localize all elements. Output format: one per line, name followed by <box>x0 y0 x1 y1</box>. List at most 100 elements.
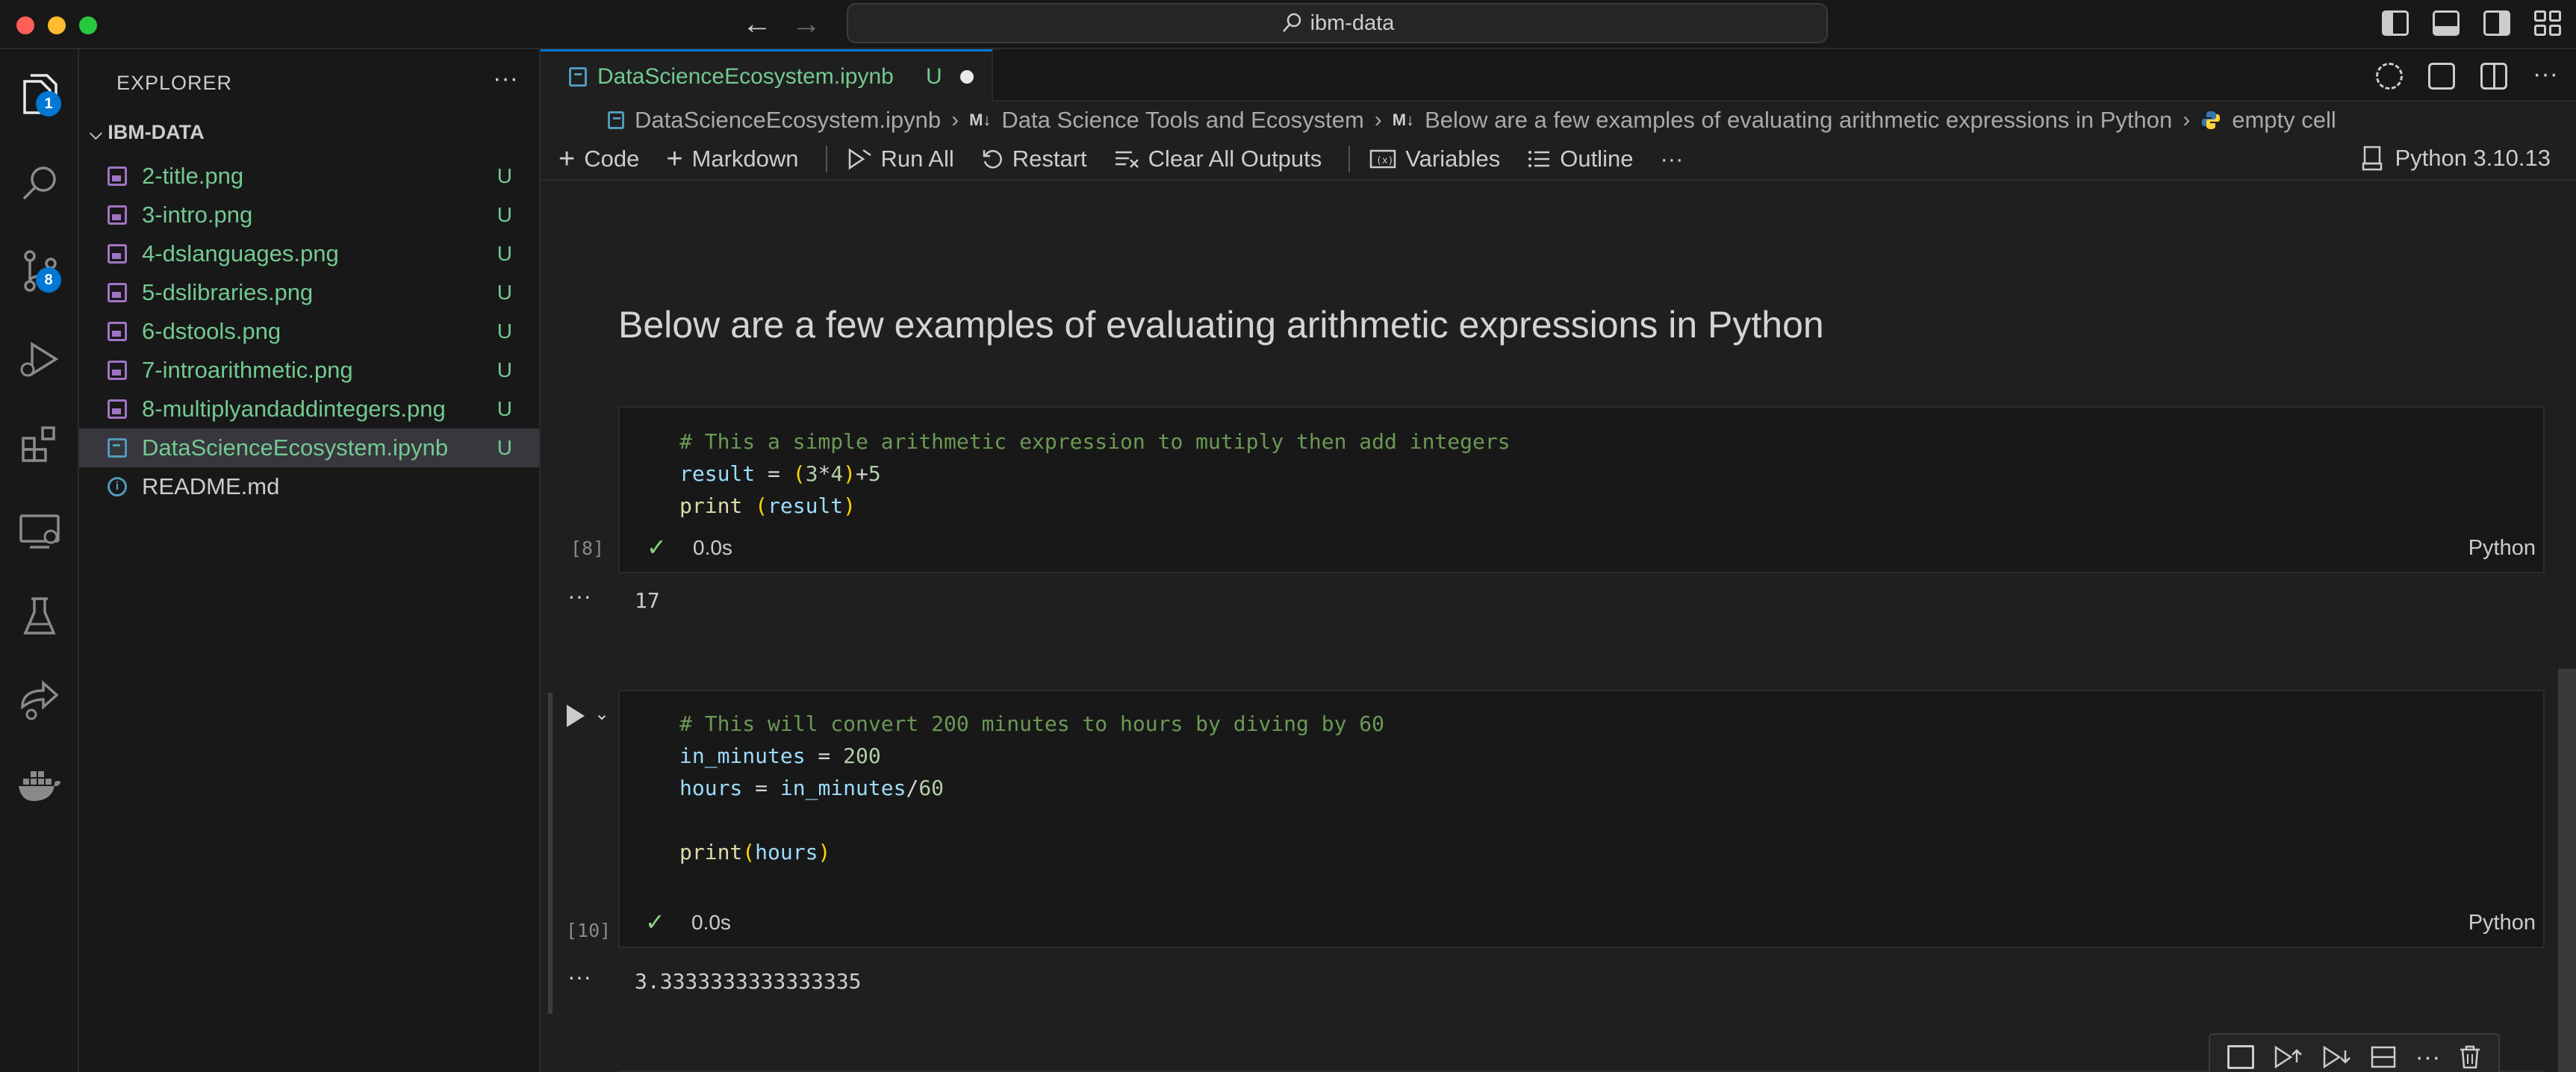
cell-selection-bar <box>548 693 553 1014</box>
kernel-picker[interactable]: Python 3.10.13 <box>2362 145 2551 172</box>
extensions-icon[interactable] <box>15 420 64 469</box>
file-item[interactable]: 4-dslanguages.png U <box>79 234 539 273</box>
output-more-icon[interactable]: ··· <box>567 582 591 610</box>
image-file-icon <box>108 205 127 225</box>
compare-changes-icon[interactable] <box>2428 63 2456 90</box>
code-cell[interactable]: # This will convert 200 minutes to hours… <box>618 690 2545 948</box>
git-status-badge: U <box>497 397 512 420</box>
code-editor[interactable]: # This will convert 200 minutes to hours… <box>679 708 1384 868</box>
split-editor-icon[interactable] <box>2480 63 2508 90</box>
file-item[interactable]: 3-intro.png U <box>79 196 539 234</box>
add-code-label: Code <box>584 146 640 172</box>
chevron-down-icon[interactable]: ⌄ <box>594 703 609 725</box>
tab-label: DataScienceEcosystem.ipynb <box>597 63 894 89</box>
gear-icon[interactable] <box>2376 63 2404 90</box>
file-item[interactable]: i README.md <box>79 467 539 506</box>
source-control-icon[interactable]: 8 <box>15 246 64 296</box>
image-file-icon <box>108 166 127 186</box>
run-above-icon[interactable] <box>2273 1044 2303 1070</box>
minimize-window-button[interactable] <box>48 16 66 34</box>
file-name: 3-intro.png <box>142 202 253 228</box>
execute-above-icon[interactable] <box>2227 1045 2254 1069</box>
more-actions-icon[interactable]: ··· <box>2533 61 2558 90</box>
file-item[interactable]: 6-dstools.png U <box>79 312 539 351</box>
notebook-toolbar: + Code + Markdown Run All Restart Clear … <box>541 139 2576 181</box>
notebook-file-icon <box>569 66 587 87</box>
more-toolbar-button[interactable]: ··· <box>1660 146 1683 172</box>
breadcrumb-section[interactable]: Below are a few examples of evaluating a… <box>1425 107 2172 134</box>
image-file-icon <box>108 399 127 419</box>
restart-button[interactable]: Restart <box>981 146 1087 172</box>
toggle-secondary-sidebar-icon[interactable] <box>2483 10 2510 36</box>
testing-icon[interactable] <box>15 593 64 642</box>
run-debug-icon[interactable] <box>15 334 64 384</box>
file-name: 2-title.png <box>142 163 244 189</box>
markdown-icon: M↓ <box>969 110 992 129</box>
toggle-primary-sidebar-icon[interactable] <box>2382 10 2409 36</box>
variables-button[interactable]: (x) Variables <box>1369 146 1500 172</box>
add-markdown-cell-button[interactable]: + Markdown <box>666 145 798 173</box>
git-status-badge: U <box>497 242 512 265</box>
breadcrumb-section[interactable]: Data Science Tools and Ecosystem <box>1001 107 1363 134</box>
markdown-heading: Below are a few examples of evaluating a… <box>618 304 1824 346</box>
cell-language[interactable]: Python <box>2468 536 2536 561</box>
file-item[interactable]: 8-multiplyandaddintegers.png U <box>79 390 539 429</box>
code-cell[interactable]: # This a simple arithmetic expression to… <box>618 406 2545 573</box>
forward-arrow-icon[interactable]: → <box>791 7 821 40</box>
maximize-window-button[interactable] <box>79 16 97 34</box>
file-name: 7-introarithmetic.png <box>142 357 353 383</box>
clear-outputs-label: Clear All Outputs <box>1148 146 1322 172</box>
vertical-scrollbar[interactable] <box>2558 669 2576 1072</box>
folder-name: IBM-DATA <box>108 121 205 143</box>
python-icon <box>2202 111 2221 129</box>
output-more-icon[interactable]: ··· <box>567 963 591 991</box>
cell-output: 3.3333333333333335 <box>635 969 862 994</box>
execution-duration: 0.0s <box>693 536 732 559</box>
add-code-cell-button[interactable]: + Code <box>559 145 640 173</box>
breadcrumb-cell[interactable]: empty cell <box>2232 107 2336 134</box>
git-status-badge: U <box>497 436 512 459</box>
cell-language[interactable]: Python <box>2468 911 2536 935</box>
git-status-badge: U <box>497 203 512 226</box>
info-icon: i <box>108 477 127 496</box>
docker-icon[interactable] <box>15 761 64 811</box>
command-center-search[interactable]: ibm-data <box>847 3 1828 43</box>
live-share-icon[interactable] <box>15 676 64 726</box>
more-cell-actions-icon[interactable]: ··· <box>2415 1043 2441 1072</box>
more-actions-icon[interactable]: ··· <box>493 64 518 93</box>
title-bar: ← → ibm-data <box>0 0 2576 49</box>
run-all-button[interactable]: Run All <box>847 146 954 172</box>
run-cell-icon[interactable] <box>567 705 585 727</box>
outline-icon <box>1528 151 1550 167</box>
variables-icon: (x) <box>1370 149 1396 169</box>
file-item-active[interactable]: DataScienceEcosystem.ipynb U <box>79 429 539 467</box>
clear-all-outputs-button[interactable]: Clear All Outputs <box>1114 146 1322 172</box>
file-item[interactable]: 2-title.png U <box>79 157 539 196</box>
remote-explorer-icon[interactable] <box>15 506 64 555</box>
unsaved-dot-icon[interactable] <box>960 69 974 84</box>
cell-toolbar: ··· <box>2209 1033 2500 1072</box>
execution-count: [10] <box>566 920 612 941</box>
run-below-icon[interactable] <box>2321 1044 2351 1070</box>
breadcrumb: DataScienceEcosystem.ipynb › M↓ Data Sci… <box>541 102 2576 139</box>
explorer-icon[interactable]: 1 <box>15 70 64 119</box>
source-control-badge: 8 <box>36 267 61 293</box>
delete-cell-icon[interactable] <box>2459 1044 2481 1070</box>
success-check-icon: ✓ <box>647 534 667 561</box>
breadcrumb-file[interactable]: DataScienceEcosystem.ipynb <box>635 107 941 134</box>
tab-notebook[interactable]: DataScienceEcosystem.ipynb U <box>541 49 993 102</box>
close-window-button[interactable] <box>16 16 34 34</box>
back-arrow-icon[interactable]: ← <box>742 7 772 40</box>
tab-status: U <box>926 63 942 89</box>
file-item[interactable]: 5-dslibraries.png U <box>79 273 539 312</box>
search-icon[interactable] <box>15 158 64 208</box>
code-editor[interactable]: # This a simple arithmetic expression to… <box>679 426 1511 522</box>
customize-layout-icon[interactable] <box>2534 10 2561 36</box>
folder-header[interactable]: ⌵ IBM-DATA <box>90 121 205 144</box>
toggle-panel-icon[interactable] <box>2433 10 2460 36</box>
file-item[interactable]: 7-introarithmetic.png U <box>79 351 539 390</box>
execution-count: [8] <box>570 537 605 559</box>
outline-button[interactable]: Outline <box>1527 146 1633 172</box>
split-cell-icon[interactable] <box>2370 1045 2397 1069</box>
chevron-right-icon: › <box>951 107 959 132</box>
